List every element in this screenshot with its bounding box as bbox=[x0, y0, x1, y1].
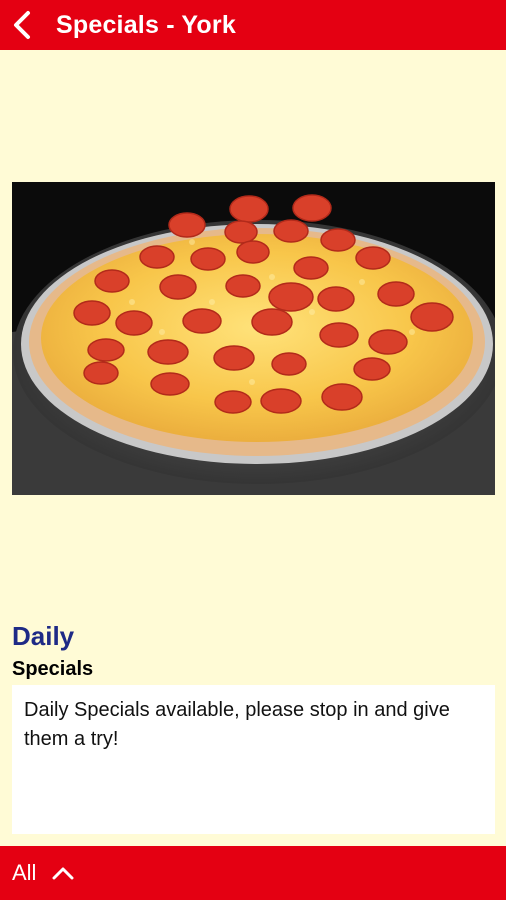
page-title: Specials - York bbox=[56, 10, 236, 39]
special-subheading: Specials bbox=[12, 658, 94, 680]
filter-label[interactable]: All bbox=[12, 860, 36, 886]
special-description: Daily Specials available, please stop in… bbox=[12, 685, 495, 834]
bottom-filter-bar[interactable]: All bbox=[0, 846, 506, 900]
chevron-left-icon bbox=[14, 11, 30, 39]
chevron-up-icon[interactable] bbox=[52, 866, 74, 880]
app-header: Specials - York bbox=[0, 0, 506, 50]
special-heading: Daily bbox=[12, 621, 75, 651]
back-button[interactable] bbox=[0, 0, 44, 50]
pizza-image bbox=[12, 182, 495, 495]
